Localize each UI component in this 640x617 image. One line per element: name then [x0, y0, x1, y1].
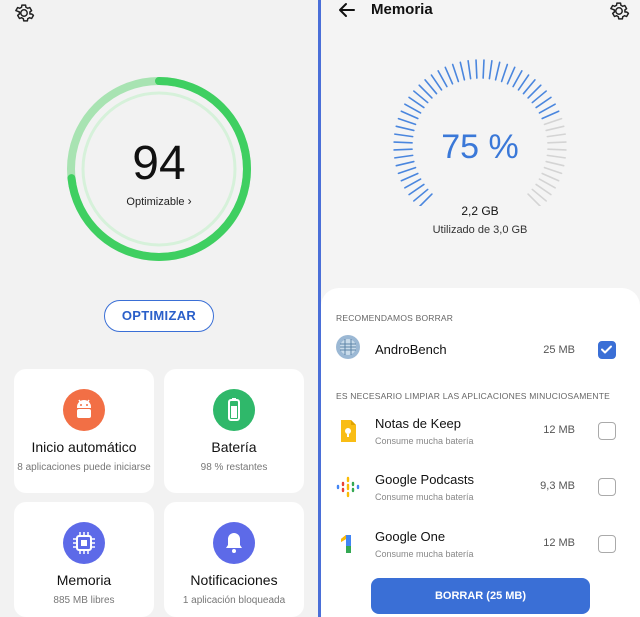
gauge-tick [531, 188, 547, 202]
gauge-tick [418, 84, 433, 99]
app-desc: Consume mucha batería [375, 549, 474, 559]
gauge-tick [424, 79, 438, 95]
app-size: 25 MB [543, 344, 575, 356]
gauge-tick [538, 103, 556, 114]
optimizable-label: Optimizable [126, 196, 185, 208]
gauge-tick [531, 90, 547, 104]
list-item[interactable]: Notas de Keep Consume mucha batería 12 M… [321, 410, 640, 456]
card-battery[interactable]: Batería 98 % restantes [164, 369, 304, 493]
app-name: Google Podcasts [375, 472, 475, 487]
app-desc: Consume mucha batería [375, 492, 474, 502]
list-item[interactable]: AndroBench 25 MB [321, 326, 640, 372]
memory-used: 2,2 GB [461, 204, 499, 218]
gauge-tick [494, 61, 501, 81]
gauge-tick [437, 70, 448, 88]
screen: 94 Optimizable › OPTIMIZAR Inicio automá… [0, 0, 640, 617]
card-title: Inicio automático [31, 439, 137, 455]
gauge-tick [397, 166, 417, 175]
podcasts-icon [335, 474, 361, 500]
card-subtitle: 98 % restantes [200, 462, 268, 473]
app-name: AndroBench [375, 342, 447, 357]
gauge-tick [408, 183, 425, 196]
gauge-tick [451, 63, 460, 83]
card-notifications[interactable]: Notificaciones 1 aplicación bloqueada [164, 502, 304, 617]
memory-total: Utilizado de 3,0 GB [432, 224, 528, 236]
gauge-tick [475, 59, 478, 79]
gauge-tick [408, 96, 425, 109]
checkbox[interactable] [598, 478, 616, 496]
list-item[interactable]: Google One Consume mucha batería 12 MB [321, 523, 640, 569]
bell-icon [213, 522, 255, 564]
app-name: Google One [375, 529, 446, 544]
card-memory[interactable]: Memoria 885 MB libres [14, 502, 154, 617]
memory-panel: Memoria 75 % 2,2 GB Utilizado de 3,0 GB … [321, 0, 640, 617]
gauge-tick [535, 183, 552, 196]
gauge-tick [482, 59, 485, 79]
list-item[interactable]: Google Podcasts Consume mucha batería 9,… [321, 466, 640, 512]
gauge-tick [413, 188, 429, 202]
optimize-button[interactable]: OPTIMIZAR [104, 300, 214, 332]
chevron-right-icon: › [187, 194, 192, 208]
gauge-tick [522, 79, 536, 95]
chip-icon [63, 522, 105, 564]
android-icon [63, 389, 105, 431]
score-value: 94 [132, 137, 186, 190]
gauge-tick [517, 74, 530, 91]
gauge-tick [538, 178, 556, 189]
gauge-tick [404, 178, 422, 189]
androbench-icon [335, 334, 361, 360]
checkbox[interactable] [598, 535, 616, 553]
gauge-tick [413, 90, 429, 104]
card-subtitle: 1 aplicación bloqueada [182, 595, 286, 606]
gauge-tick [535, 96, 552, 109]
gauge-tick [541, 110, 560, 120]
card-title: Memoria [56, 572, 112, 588]
gauge-tick [444, 66, 454, 85]
gauge-tick [459, 61, 466, 81]
gauge-tick [467, 60, 472, 80]
section-header: ES NECESARIO LIMPIAR LAS APLICACIONES MI… [336, 391, 610, 401]
score-ring: 94 Optimizable › [64, 74, 254, 264]
gauge-tick [543, 166, 563, 175]
battery-icon [213, 389, 255, 431]
section-header: RECOMENDAMOS BORRAR [336, 313, 454, 323]
checkbox[interactable] [598, 422, 616, 440]
phone-manager-panel: 94 Optimizable › OPTIMIZAR Inicio automá… [0, 0, 318, 617]
gauge-tick [430, 74, 443, 91]
gauge-tick [543, 117, 563, 126]
app-desc: Consume mucha batería [375, 436, 474, 446]
card-subtitle: 885 MB libres [53, 595, 115, 606]
gauge-tick [541, 172, 560, 182]
app-size: 12 MB [543, 424, 575, 436]
gear-icon[interactable] [608, 0, 632, 24]
cleanup-sheet: RECOMENDAMOS BORRAR AndroBench 25 MB ES … [321, 288, 640, 617]
page-title: Memoria [371, 1, 433, 18]
app-name: Notas de Keep [375, 416, 462, 431]
app-size: 12 MB [543, 537, 575, 549]
memory-percent: 75 % [441, 128, 519, 166]
card-autostart[interactable]: Inicio automático 8 aplicaciones puede i… [14, 369, 154, 493]
checkbox[interactable] [598, 341, 616, 359]
gauge-tick [400, 172, 419, 182]
back-arrow-icon[interactable] [337, 0, 357, 20]
gauge-tick [488, 60, 493, 80]
gauge-tick [527, 84, 542, 99]
card-title: Notificaciones [190, 572, 278, 588]
gauge-tick [506, 66, 516, 85]
delete-button[interactable]: BORRAR (25 MB) [371, 578, 590, 614]
gauge-tick [400, 110, 419, 120]
optimizable-link[interactable]: Optimizable › [64, 194, 254, 208]
card-subtitle: 8 aplicaciones puede iniciarse [17, 462, 151, 473]
app-size: 9,3 MB [540, 480, 575, 492]
card-title: Batería [211, 439, 257, 455]
keep-icon [335, 418, 361, 444]
gauge-tick [500, 63, 509, 83]
google-one-icon [335, 531, 361, 557]
gauge-tick [512, 70, 523, 88]
gear-icon[interactable] [13, 2, 37, 26]
gauge-tick [404, 103, 422, 114]
gauge-tick [397, 117, 417, 126]
